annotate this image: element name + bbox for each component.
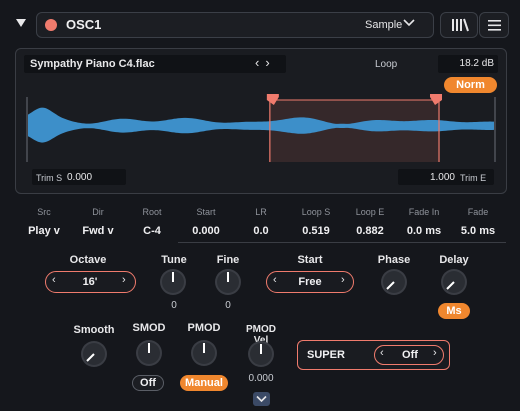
phase-label: Phase: [377, 254, 411, 266]
delay-unit-button[interactable]: Ms: [438, 303, 470, 319]
sample-file-name: Sympathy Piano C4.flac: [30, 58, 155, 70]
trim-end-label: Trim E: [460, 173, 487, 183]
start-mode-value[interactable]: Free: [280, 276, 340, 288]
phase-knob[interactable]: [380, 268, 408, 296]
param-label-fade: Fade: [467, 207, 489, 217]
chevron-down-icon: [256, 395, 267, 403]
param-label-loop-s: Loop S: [301, 207, 331, 217]
library-button[interactable]: [440, 12, 478, 38]
oscillator-mode-select[interactable]: Sample: [365, 19, 402, 31]
param-label-src: Src: [37, 207, 51, 217]
param-label-lr: LR: [255, 207, 267, 217]
delay-knob[interactable]: [440, 268, 468, 296]
octave-label: Octave: [69, 254, 107, 266]
hamburger-icon: [488, 20, 501, 31]
super-label: SUPER: [307, 349, 345, 361]
param-label-loop-e: Loop E: [355, 207, 385, 217]
start-mode-prev-icon[interactable]: ‹: [273, 274, 277, 286]
param-label-dir: Dir: [92, 207, 104, 217]
sample-nav-arrows[interactable]: ‹›: [255, 55, 276, 70]
fine-value: 0: [225, 300, 231, 311]
param-underline: [178, 242, 234, 243]
normalize-button[interactable]: Norm: [444, 77, 497, 93]
param-value-loop-s[interactable]: 0.519: [286, 225, 346, 237]
param-value-loop-e[interactable]: 0.882: [340, 225, 400, 237]
param-value-fade-in[interactable]: 0.0 ms: [394, 225, 454, 237]
octave-value[interactable]: 16': [60, 276, 120, 288]
param-value-start[interactable]: 0.000: [176, 225, 236, 237]
param-value-fade[interactable]: 5.0 ms: [448, 225, 508, 237]
super-prev-icon[interactable]: ‹: [380, 347, 384, 359]
param-underline: [396, 242, 452, 243]
waveform-display[interactable]: [24, 94, 498, 164]
pmod-vel-value: 0.000: [248, 373, 274, 384]
start-mode-next-icon[interactable]: ›: [341, 274, 345, 286]
param-value-dir[interactable]: Fwd v: [68, 225, 128, 237]
gain-value[interactable]: 18.2 dB: [438, 58, 494, 69]
oscillator-color-dot[interactable]: [45, 19, 57, 31]
param-underline: [450, 242, 506, 243]
smooth-knob[interactable]: [80, 340, 108, 368]
super-next-icon[interactable]: ›: [433, 347, 437, 359]
fine-label: Fine: [216, 254, 240, 266]
smooth-label: Smooth: [73, 324, 115, 336]
start-mode-label: Start: [297, 254, 323, 266]
collapse-triangle-icon[interactable]: [16, 19, 26, 27]
param-underline: [342, 242, 398, 243]
smod-knob[interactable]: [135, 339, 163, 367]
pmod-label: PMOD: [187, 322, 221, 334]
param-value-src[interactable]: Play v: [14, 225, 74, 237]
chevron-down-icon[interactable]: [403, 17, 415, 31]
param-label-root: Root: [142, 207, 162, 217]
param-underline: [288, 242, 344, 243]
prev-sample-icon[interactable]: ‹: [255, 55, 265, 70]
fine-knob[interactable]: [214, 268, 242, 296]
delay-label: Delay: [439, 254, 469, 266]
oscillator-title: OSC1: [66, 17, 102, 32]
tune-label: Tune: [161, 254, 187, 266]
param-value-lr[interactable]: 0.0: [231, 225, 291, 237]
loop-label: Loop: [375, 59, 398, 70]
octave-prev-icon[interactable]: ‹: [52, 274, 56, 286]
smod-mode-button[interactable]: Off: [132, 375, 164, 391]
smod-label: SMOD: [132, 322, 166, 334]
trim-start-value[interactable]: 0.000: [67, 172, 92, 183]
tune-value: 0: [171, 300, 177, 311]
param-value-root[interactable]: C-4: [122, 225, 182, 237]
param-label-start: Start: [196, 207, 216, 217]
param-label-fade-in: Fade In: [408, 207, 440, 217]
tune-knob[interactable]: [159, 268, 187, 296]
expand-button[interactable]: [253, 392, 270, 406]
pmod-knob[interactable]: [190, 339, 218, 367]
next-sample-icon[interactable]: ›: [265, 55, 275, 70]
super-value[interactable]: Off: [389, 349, 431, 361]
library-bars-icon: [452, 18, 469, 32]
trim-start-label: Trim S: [36, 173, 63, 183]
menu-button[interactable]: [479, 12, 509, 38]
param-underline: [233, 242, 289, 243]
pmod-mode-button[interactable]: Manual: [180, 375, 228, 391]
trim-end-value[interactable]: 1.000: [400, 172, 455, 183]
octave-next-icon[interactable]: ›: [122, 274, 126, 286]
pmod-vel-knob[interactable]: [247, 340, 275, 368]
